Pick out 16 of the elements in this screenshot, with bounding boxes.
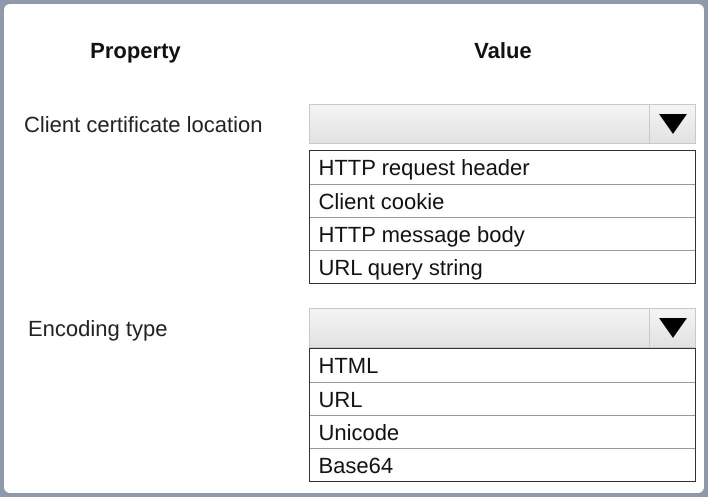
caret-icon bbox=[658, 114, 686, 134]
dropdown-option[interactable]: Base64 bbox=[310, 448, 695, 481]
dropdown-option[interactable]: Unicode bbox=[310, 415, 695, 448]
dropdown[interactable] bbox=[309, 308, 696, 348]
dropdown-option[interactable]: URL query string bbox=[310, 250, 695, 283]
dropdown-option[interactable]: Client cookie bbox=[310, 184, 695, 217]
property-label: Client certificate location bbox=[24, 110, 262, 138]
dropdown-option[interactable]: HTTP message body bbox=[310, 217, 695, 250]
column-header: Property bbox=[89, 36, 182, 65]
dropdown-option[interactable]: URL bbox=[310, 382, 695, 415]
column-header: Value bbox=[473, 36, 533, 64]
property-label: Encoding type bbox=[28, 314, 168, 343]
dropdown-option[interactable]: HTTP request header bbox=[310, 151, 695, 184]
caret-icon bbox=[658, 318, 686, 338]
dropdown-option[interactable]: HTML bbox=[310, 349, 695, 382]
dropdown[interactable] bbox=[309, 104, 696, 144]
